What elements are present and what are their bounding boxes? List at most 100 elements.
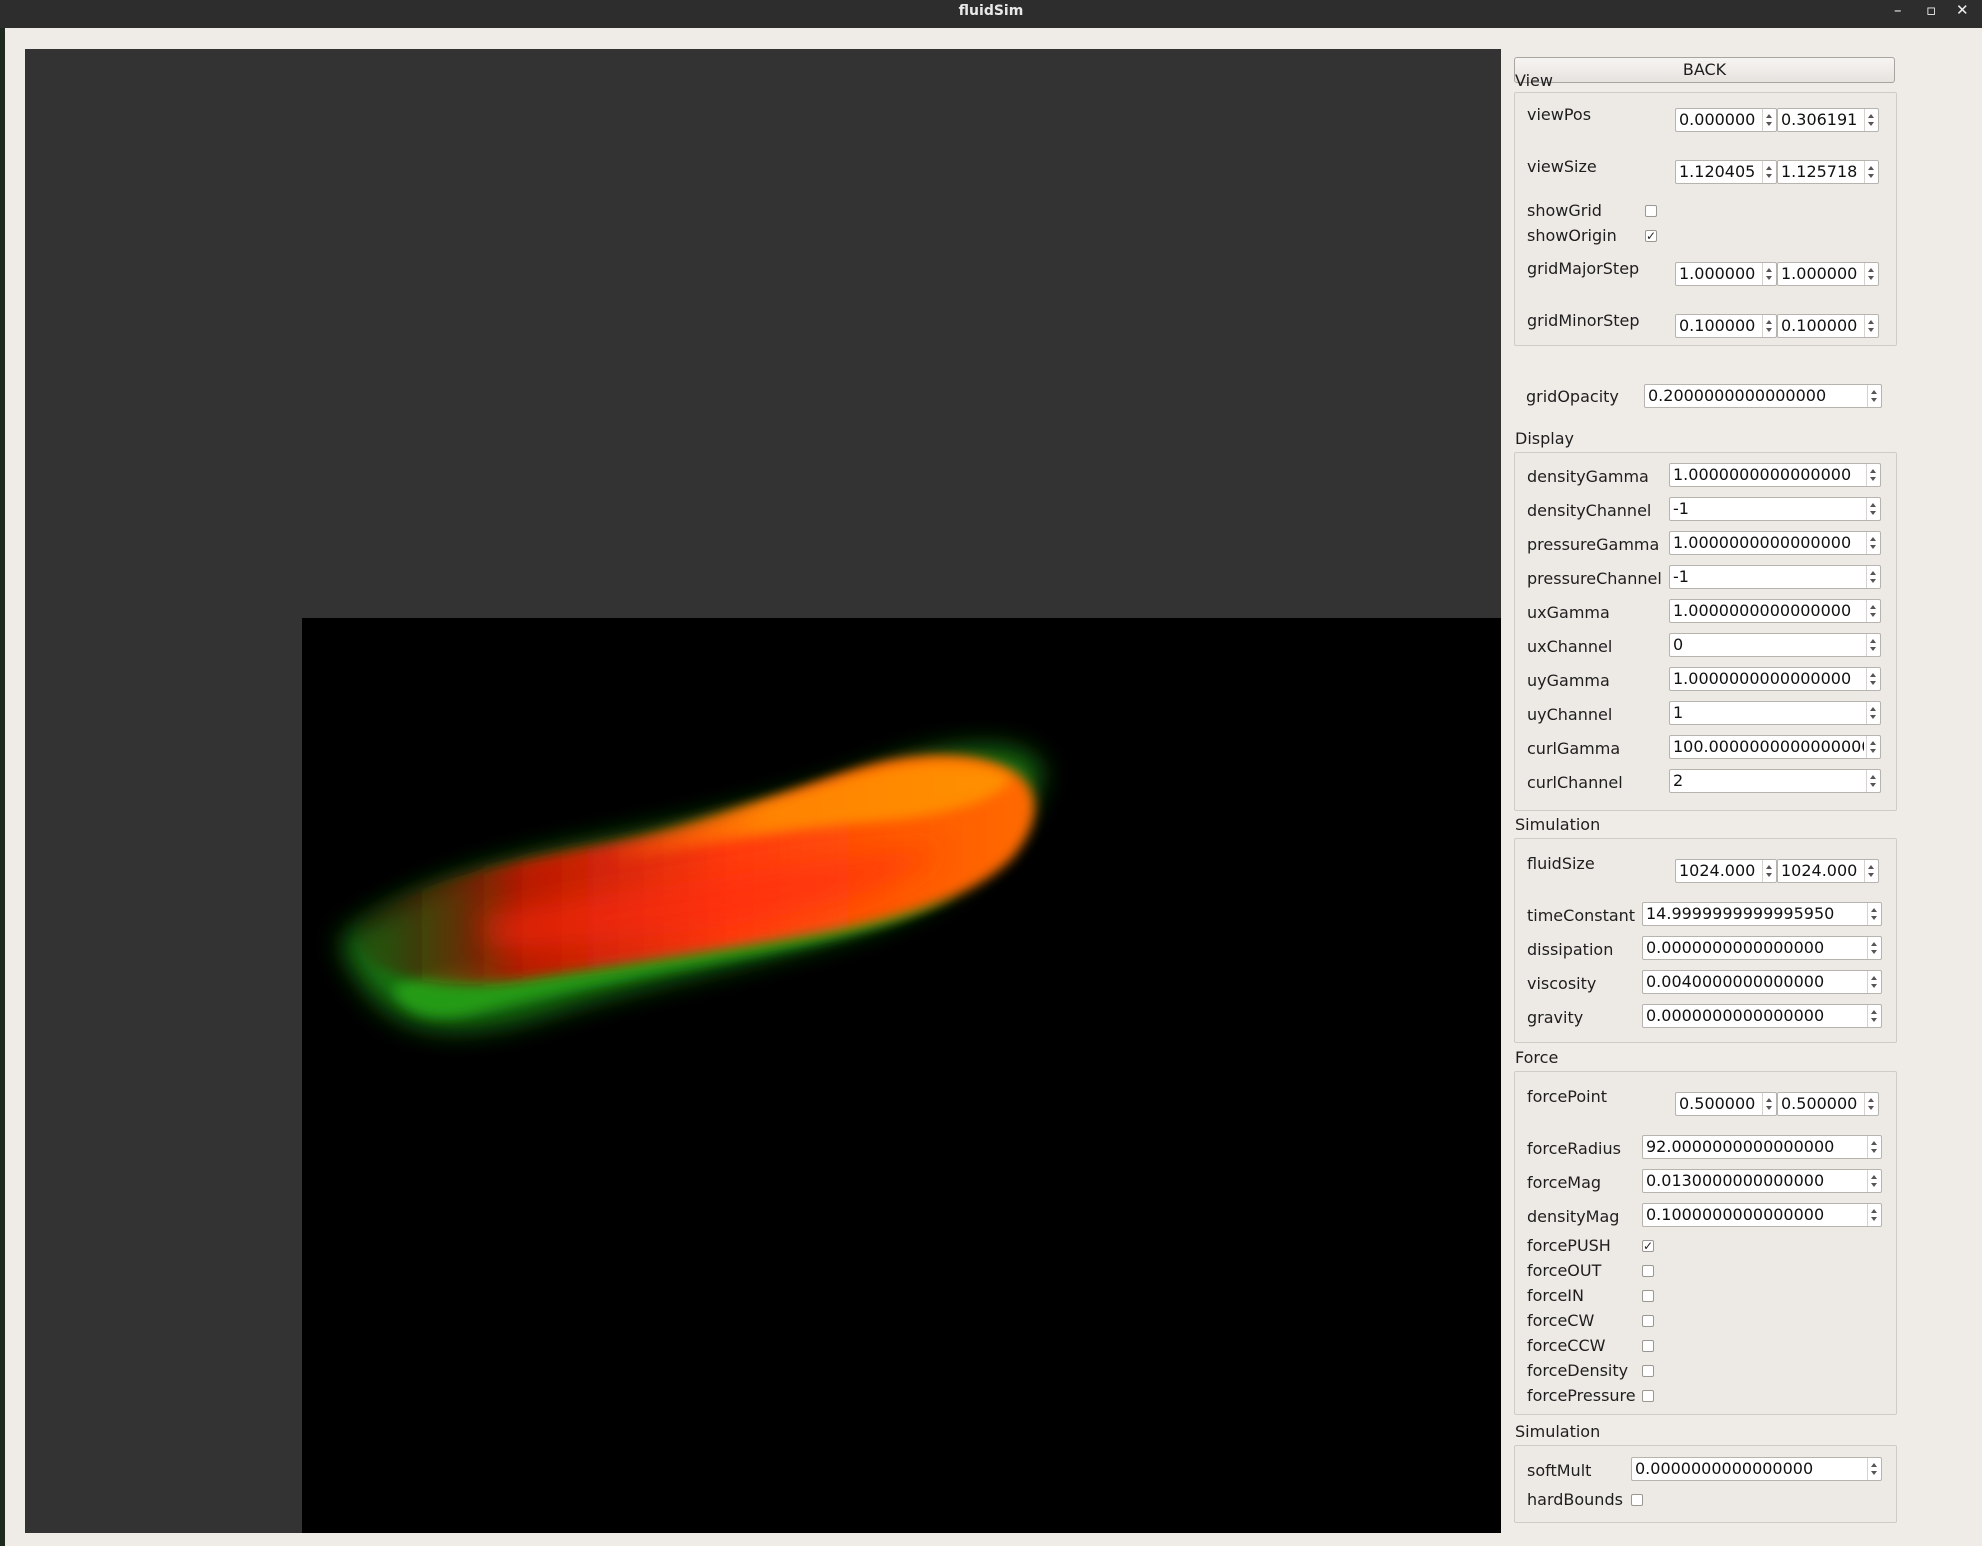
spin-arrows-icon[interactable] [1867, 903, 1881, 925]
forceout-checkbox[interactable] [1642, 1265, 1654, 1277]
title-bar: fluidSim – ▫ ✕ [0, 0, 1982, 28]
forcedensity-label: forceDensity [1527, 1361, 1629, 1380]
uygamma-spinbox[interactable]: 1.0000000000000000 [1669, 667, 1881, 691]
spin-arrows-icon[interactable] [1866, 770, 1880, 792]
gridopacity-spinbox[interactable]: 0.2000000000000000 [1644, 384, 1882, 408]
viewpos-x-spinbox[interactable]: 0.000000 [1675, 108, 1777, 132]
uxchannel-spinbox[interactable]: 0 [1669, 633, 1881, 657]
forcecw-checkbox[interactable] [1642, 1315, 1654, 1327]
spin-arrows-icon[interactable] [1762, 315, 1776, 337]
viewsize-x-spinbox[interactable]: 1.120405 [1675, 160, 1777, 184]
uychannel-label: uyChannel [1527, 705, 1613, 724]
fluidsize-label: fluidSize [1527, 854, 1595, 873]
forcecw-label: forceCW [1527, 1311, 1595, 1330]
spin-arrows-icon[interactable] [1867, 971, 1881, 993]
gridminorstep-x-spinbox[interactable]: 0.100000 [1675, 314, 1777, 338]
spin-arrows-icon[interactable] [1762, 109, 1776, 131]
forcepoint-y-spinbox[interactable]: 0.500000 [1777, 1092, 1879, 1116]
spin-arrows-icon[interactable] [1762, 263, 1776, 285]
spin-arrows-icon[interactable] [1867, 385, 1881, 407]
close-icon[interactable]: ✕ [1956, 0, 1969, 22]
spin-arrows-icon[interactable] [1867, 1005, 1881, 1027]
gridmajorstep-x-spinbox[interactable]: 1.000000 [1675, 262, 1777, 286]
forceradius-label: forceRadius [1527, 1139, 1621, 1158]
spin-arrows-icon[interactable] [1866, 634, 1880, 656]
spin-arrows-icon[interactable] [1867, 1136, 1881, 1158]
forcedensity-checkbox[interactable] [1642, 1365, 1654, 1377]
spin-arrows-icon[interactable] [1866, 532, 1880, 554]
dissipation-spinbox[interactable]: 0.0000000000000000 [1642, 936, 1882, 960]
spin-arrows-icon[interactable] [1866, 736, 1880, 758]
forcein-checkbox[interactable] [1642, 1290, 1654, 1302]
spin-arrows-icon[interactable] [1864, 315, 1878, 337]
densitychannel-spinbox[interactable]: -1 [1669, 497, 1881, 521]
forcepoint-x-spinbox[interactable]: 0.500000 [1675, 1092, 1777, 1116]
hardbounds-checkbox[interactable] [1631, 1494, 1643, 1506]
softmult-label: softMult [1527, 1461, 1592, 1480]
forceradius-spinbox[interactable]: 92.0000000000000000 [1642, 1135, 1882, 1159]
spin-arrows-icon[interactable] [1762, 1093, 1776, 1115]
showgrid-label: showGrid [1527, 201, 1602, 220]
curlchannel-spinbox[interactable]: 2 [1669, 769, 1881, 793]
viewsize-y-spinbox[interactable]: 1.125718 [1777, 160, 1879, 184]
fluidsize-y-spinbox[interactable]: 1024.000 [1777, 859, 1879, 883]
back-button[interactable]: BACK [1514, 57, 1895, 83]
spin-arrows-icon[interactable] [1864, 109, 1878, 131]
spin-arrows-icon[interactable] [1867, 1204, 1881, 1226]
timeconstant-spinbox[interactable]: 14.9999999999995950 [1642, 902, 1882, 926]
pressurechannel-spinbox[interactable]: -1 [1669, 565, 1881, 589]
spin-arrows-icon[interactable] [1762, 161, 1776, 183]
force-group: forcePoint 0.500000 0.500000 forceRadius… [1514, 1071, 1897, 1415]
view-group: viewPos 0.000000 0.306191 viewSize 1.120… [1514, 92, 1897, 346]
pressuregamma-label: pressureGamma [1527, 535, 1660, 554]
spin-arrows-icon[interactable] [1866, 600, 1880, 622]
densitygamma-spinbox[interactable]: 1.0000000000000000 [1669, 463, 1881, 487]
uxgamma-spinbox[interactable]: 1.0000000000000000 [1669, 599, 1881, 623]
simulation-group: fluidSize 1024.000 1024.000 timeConstant… [1514, 838, 1897, 1043]
spin-arrows-icon[interactable] [1864, 161, 1878, 183]
forcepressure-label: forcePressure [1527, 1386, 1636, 1405]
fluid-canvas[interactable] [302, 618, 1501, 1533]
minimize-icon[interactable]: – [1894, 0, 1902, 22]
viscosity-spinbox[interactable]: 0.0040000000000000 [1642, 970, 1882, 994]
gravity-spinbox[interactable]: 0.0000000000000000 [1642, 1004, 1882, 1028]
showorigin-label: showOrigin [1527, 226, 1617, 245]
maximize-icon[interactable]: ▫ [1926, 0, 1936, 22]
spin-arrows-icon[interactable] [1864, 1093, 1878, 1115]
fluidsize-x-spinbox[interactable]: 1024.000 [1675, 859, 1777, 883]
showorigin-checkbox[interactable]: ✓ [1645, 230, 1657, 242]
window-title: fluidSim [958, 3, 1024, 19]
spin-arrows-icon[interactable] [1866, 668, 1880, 690]
forcepush-checkbox[interactable]: ✓ [1642, 1240, 1654, 1252]
uychannel-spinbox[interactable]: 1 [1669, 701, 1881, 725]
spin-arrows-icon[interactable] [1867, 937, 1881, 959]
forcemag-spinbox[interactable]: 0.0130000000000000 [1642, 1169, 1882, 1193]
spin-arrows-icon[interactable] [1866, 566, 1880, 588]
gridminorstep-y-spinbox[interactable]: 0.100000 [1777, 314, 1879, 338]
spin-arrows-icon[interactable] [1866, 702, 1880, 724]
spin-arrows-icon[interactable] [1867, 1170, 1881, 1192]
pressuregamma-spinbox[interactable]: 1.0000000000000000 [1669, 531, 1881, 555]
densitymag-spinbox[interactable]: 0.1000000000000000 [1642, 1203, 1882, 1227]
forceccw-checkbox[interactable] [1642, 1340, 1654, 1352]
spin-arrows-icon[interactable] [1867, 1458, 1881, 1480]
forcepoint-label: forcePoint [1527, 1087, 1608, 1106]
forcemag-label: forceMag [1527, 1173, 1602, 1192]
hardbounds-label: hardBounds [1527, 1490, 1623, 1509]
viewsize-label: viewSize [1527, 157, 1597, 176]
spin-arrows-icon[interactable] [1864, 860, 1878, 882]
spin-arrows-icon[interactable] [1866, 498, 1880, 520]
softmult-spinbox[interactable]: 0.0000000000000000 [1631, 1457, 1882, 1481]
section-title-force: Force [1515, 1048, 1559, 1067]
fluid-render [342, 747, 1042, 1029]
spin-arrows-icon[interactable] [1762, 860, 1776, 882]
simulation-viewport[interactable] [25, 49, 1501, 1533]
spin-arrows-icon[interactable] [1866, 464, 1880, 486]
gridopacity-label: gridOpacity [1526, 387, 1619, 406]
forcepressure-checkbox[interactable] [1642, 1390, 1654, 1402]
gridmajorstep-y-spinbox[interactable]: 1.000000 [1777, 262, 1879, 286]
viewpos-y-spinbox[interactable]: 0.306191 [1777, 108, 1879, 132]
showgrid-checkbox[interactable] [1645, 205, 1657, 217]
spin-arrows-icon[interactable] [1864, 263, 1878, 285]
curlgamma-spinbox[interactable]: 100.0000000000000000 [1669, 735, 1881, 759]
